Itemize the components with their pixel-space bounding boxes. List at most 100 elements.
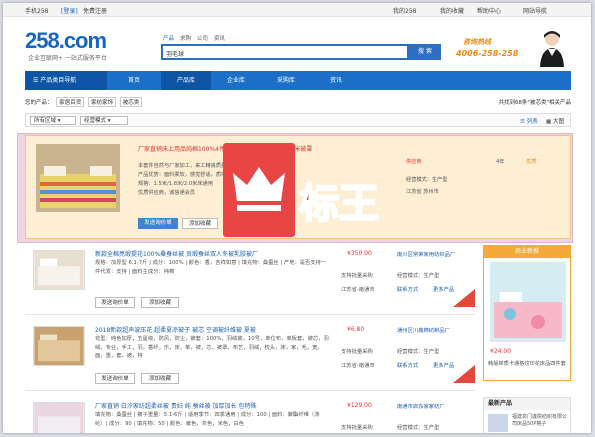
help-link[interactable]: 帮助中心 <box>477 6 501 15</box>
biaowang-label: 标王 <box>298 180 380 228</box>
promo-image[interactable] <box>490 262 566 342</box>
product-price-3: ¥129.00 <box>347 402 372 409</box>
featured-ad[interactable]: 厂家直销床上用品纯棉100%4件套 活性印花四件套1.5至2米被罩 本套件自然与… <box>25 135 571 239</box>
screenshot-frame: 手机258 [登录] 免费注册 我的258 我的收藏 帮助中心 网站导航 258… <box>3 3 591 433</box>
inquiry-button-2[interactable]: 发送询价单 <box>95 373 135 384</box>
crown-icon <box>233 167 285 211</box>
bulk-support-1: 支持批量采购 <box>341 273 373 279</box>
my258-menu[interactable]: 我的258 <box>393 6 416 15</box>
favorite-button-1[interactable]: 添加收藏 <box>141 297 179 308</box>
promo-sidebar: 商业新推 ¥24.00 韩版棉质卡通格纹印花床品四件套 <box>483 245 571 381</box>
product-loc-1: 江苏省-南通市 <box>341 287 375 293</box>
product-desc-1: 规格：加厚型 6.1-7斤 | 成分：100% | 颜色：香，吉祥如意 | 填充… <box>95 260 327 275</box>
top-bar: 手机258 [登录] 免费注册 我的258 我的收藏 帮助中心 网站导航 <box>3 3 591 17</box>
ad-location: 江苏省 苏州市 <box>406 189 439 195</box>
ad-years: 4年 <box>496 159 505 165</box>
latest-item[interactable]: 福建泉门莲院纺织有限公司床品50P格子 <box>512 414 570 428</box>
search-input[interactable]: 羽毛球 <box>161 44 409 60</box>
main-nav: ☰ 产品类目导航 首页 产品库 企业库 采购库 资讯 <box>25 71 571 90</box>
shop-name-3[interactable]: 南通市启东家家纺厂 <box>397 402 445 410</box>
latest-products: 最新产品 福建泉门莲院纺织有限公司床品50P格子 <box>483 397 571 433</box>
crumb-label: 您的产品： <box>25 100 53 106</box>
ad-price-tag: 优质 <box>526 159 537 165</box>
search-tab-buy[interactable]: 求购 <box>180 34 191 42</box>
search-tab-product[interactable]: 产品 <box>163 34 174 42</box>
bulk-support-2: 支持批量采购 <box>341 349 373 355</box>
more-link-2[interactable]: 更多产品 <box>433 361 454 369</box>
list-view-toggle[interactable]: ☰ 列表 <box>520 117 538 125</box>
site-slogan: 企业互联网+ 一站式服务平台 <box>28 55 107 62</box>
shop-name-1[interactable]: 南川区常荣家用纺织品厂 <box>397 250 455 258</box>
product-desc-2: 花型：纯色加厚，五星级，防风，防尘，被套：100%，羽绒被，10号，单位布，单板… <box>95 336 329 359</box>
service-agent-image <box>540 31 564 67</box>
promo-price: ¥24.00 <box>490 348 511 355</box>
search-tabs: 产品 求购 公司 资讯 <box>163 34 229 42</box>
mode-select-value: 经营模式 <box>84 118 107 124</box>
site-logo[interactable]: 258.com <box>25 28 107 54</box>
product-image-2[interactable] <box>33 326 85 366</box>
ad-favorite-button[interactable]: 添加收藏 <box>182 218 218 229</box>
shop-mode-3: 经营模式：生产型 <box>397 425 440 431</box>
search-tab-company[interactable]: 公司 <box>197 34 208 42</box>
product-title-3[interactable]: 厂家直销 白汐家纺超柔丝被 贵妇 纯 蚕丝被 加厚加长 包特殊 <box>95 401 256 410</box>
login-link[interactable]: [登录] <box>61 6 78 15</box>
category-menu[interactable]: ☰ 产品类目导航 <box>25 71 107 90</box>
region-select-value: 所有区域 <box>34 118 57 124</box>
inquiry-button-1[interactable]: 发送询价单 <box>95 297 135 308</box>
shop-name-2[interactable]: 通州区川鑫棉纺制品厂 <box>397 326 450 334</box>
ad-line-3: 规格：1.5米/1.8米/2.0米床通用 <box>138 181 213 187</box>
bulk-support-3: 支持批量采购 <box>341 425 373 431</box>
product-image-1[interactable] <box>33 250 85 290</box>
product-price-1: ¥350.00 <box>347 250 372 257</box>
region-select[interactable]: 所有区域 ▾ <box>30 116 76 125</box>
contact-link-1[interactable]: 联系方式 <box>397 285 418 293</box>
promo-caption[interactable]: 韩版棉质卡通格纹印花床品四件套 <box>488 360 566 367</box>
grid-view-label: 大图 <box>552 119 564 125</box>
contact-link-2[interactable]: 联系方式 <box>397 361 418 369</box>
result-count: 共找到68条"被芯类"相关产品 <box>498 100 571 106</box>
product-price-2: ¥6.80 <box>347 326 365 333</box>
ad-inquiry-button[interactable]: 发送询价单 <box>138 218 178 229</box>
mobile-link[interactable]: 手机258 <box>25 6 48 15</box>
more-link-1[interactable]: 更多产品 <box>433 285 454 293</box>
nav-news[interactable]: 资讯 <box>311 71 361 90</box>
search-tab-news[interactable]: 资讯 <box>214 34 225 42</box>
ad-mode: 经营模式：生产型 <box>406 177 448 183</box>
shop-mode-2: 经营模式：生产型 <box>397 349 440 355</box>
product-row-3: 厂家直销 白汐家纺超柔丝被 贵妇 纯 蚕丝被 加厚加长 包特殊 填充物：桑蚕丝 … <box>25 397 475 433</box>
ad-product-image[interactable] <box>36 144 120 212</box>
latest-thumb[interactable] <box>488 414 508 432</box>
crown-badge <box>223 143 295 237</box>
factory-badge-1 <box>453 289 475 307</box>
product-title-1[interactable]: 新款全棉亮缎提花100%桑蚕丝被 贡缎蚕丝双人冬被乳胶被厂 <box>95 249 258 258</box>
favorite-button-2[interactable]: 添加收藏 <box>141 373 179 384</box>
nav-purchase[interactable]: 采购库 <box>261 71 311 90</box>
breadcrumb: 您的产品： 家居百货 家纺家饰 被芯类 共找到68条"被芯类"相关产品 <box>25 97 571 109</box>
favorites-menu[interactable]: 我的收藏 <box>440 6 464 15</box>
crumb-tag-1[interactable]: 家居百货 <box>56 97 85 107</box>
product-desc-3: 填充物：桑蚕丝 | 被子重量：5.1-6斤 | 适用季节：四季通用 | 成分：1… <box>95 412 320 427</box>
category-label: 产品类目导航 <box>40 77 77 84</box>
shop-mode-1: 经营模式：生产型 <box>397 273 440 279</box>
nav-home[interactable]: 首页 <box>109 71 159 90</box>
site-nav-link[interactable]: 网站导航 <box>523 6 547 15</box>
register-link[interactable]: 免费注册 <box>83 6 107 15</box>
crumb-tag-2[interactable]: 家纺家饰 <box>88 97 117 107</box>
grid-view-toggle[interactable]: ▦ 大图 <box>546 117 564 125</box>
crumb-tag-3[interactable]: 被芯类 <box>119 97 143 107</box>
product-title-2[interactable]: 2018新款超声波压花 超柔夏凉被子 被芯 空调被纤维被 夏被 <box>95 325 256 334</box>
hotline-label: 咨询热线 <box>463 38 491 46</box>
search-button[interactable]: 搜 索 <box>409 44 441 60</box>
hotline-number: 4006-258-258 <box>456 49 519 58</box>
list-view-label: 列表 <box>526 119 538 125</box>
latest-title: 最新产品 <box>484 398 570 410</box>
mode-select[interactable]: 经营模式 ▾ <box>80 116 128 125</box>
filter-bar: 所有区域 ▾ 经营模式 ▾ ☰ 列表 ▦ 大图 <box>25 113 571 127</box>
nav-products[interactable]: 产品库 <box>161 71 211 90</box>
product-image-3[interactable] <box>33 402 85 433</box>
promo-title: 商业新推 <box>484 246 570 258</box>
product-loc-2: 江苏省-南通市 <box>341 363 375 369</box>
nav-companies[interactable]: 企业库 <box>211 71 261 90</box>
product-row-1: 新款全棉亮缎提花100%桑蚕丝被 贡缎蚕丝双人冬被乳胶被厂 规格：加厚型 6.1… <box>25 245 475 315</box>
factory-badge-2 <box>453 365 475 383</box>
